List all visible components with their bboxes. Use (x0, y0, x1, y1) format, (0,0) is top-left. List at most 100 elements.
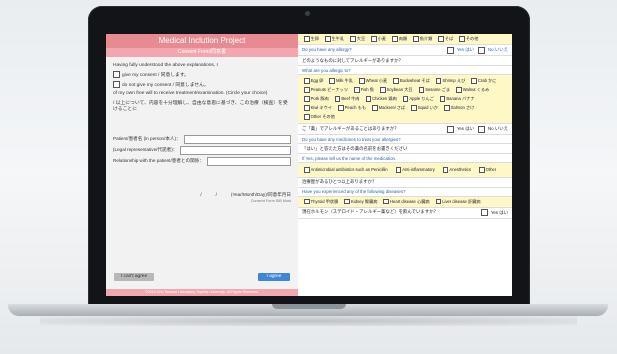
form-subtitle: Consent Form/同意書 (106, 48, 298, 57)
option[interactable]: Antimicrobial antibiotics such as Penici… (304, 167, 388, 173)
checkbox[interactable] (442, 167, 449, 173)
option[interactable]: Wheat 小麦 (358, 78, 387, 84)
option[interactable]: Thyroid 甲状腺 (304, 199, 338, 205)
checkbox[interactable] (350, 36, 356, 42)
checkbox[interactable] (371, 36, 377, 42)
option[interactable]: Peach もも (338, 105, 366, 111)
option[interactable]: Squid いか (411, 105, 438, 111)
option[interactable]: 魚介類 (413, 36, 432, 42)
option[interactable]: Fish 魚 (354, 87, 374, 93)
option[interactable]: Other その他 (304, 114, 335, 120)
checkbox[interactable] (304, 198, 310, 205)
checkbox[interactable] (383, 198, 390, 205)
option[interactable]: Pork 豚肉 (304, 96, 329, 102)
checkbox[interactable] (392, 36, 398, 42)
patient-name-input[interactable] (183, 134, 291, 144)
option[interactable]: Chicken 鶏肉 (365, 96, 397, 102)
option[interactable]: Crab かに (471, 78, 496, 84)
option[interactable]: Mackerel さば (372, 105, 405, 111)
option[interactable]: Anti-inflammatory (395, 167, 435, 173)
consent-option-decline[interactable]: do not give my consent / 同意しません。 (113, 80, 291, 89)
cant-agree-button[interactable]: I can't agree (114, 273, 154, 281)
option[interactable]: Apple りんご (402, 96, 434, 102)
checkbox[interactable] (438, 36, 444, 42)
checkbox[interactable] (459, 36, 465, 42)
checkbox[interactable] (402, 96, 409, 102)
option[interactable]: Banana バナナ (439, 96, 475, 102)
option[interactable]: Sesame ごま (418, 87, 450, 93)
checkbox[interactable] (393, 78, 399, 84)
option[interactable]: 大豆 (350, 36, 365, 42)
checkbox[interactable] (338, 105, 344, 111)
checkbox-give[interactable] (113, 71, 120, 78)
option[interactable]: Egg 卵 (304, 78, 323, 84)
consent-option-give[interactable]: give my consent / 同意します。 (113, 71, 291, 79)
option[interactable]: 肉類 (392, 36, 407, 42)
checkbox[interactable] (304, 87, 310, 93)
option[interactable]: 生卵 (304, 36, 319, 42)
checkbox[interactable] (477, 125, 485, 133)
checkbox[interactable] (471, 78, 477, 84)
checkbox[interactable] (456, 87, 462, 93)
option[interactable]: Anesthetics (442, 167, 471, 173)
checkbox[interactable] (329, 78, 335, 84)
option[interactable]: その他 (459, 36, 478, 42)
checkbox[interactable] (304, 114, 310, 120)
checkbox[interactable] (446, 46, 454, 54)
relationship-input[interactable] (206, 156, 291, 166)
checkbox[interactable] (413, 36, 419, 42)
checkbox[interactable] (304, 105, 310, 111)
checkbox[interactable] (395, 167, 402, 173)
option[interactable]: Beef 牛肉 (334, 96, 360, 102)
yes-option[interactable]: Yes はい (446, 46, 474, 54)
checkbox[interactable] (324, 36, 331, 42)
checkbox[interactable] (358, 78, 365, 84)
checkbox[interactable] (418, 87, 425, 93)
checkbox[interactable] (480, 209, 488, 217)
checkbox[interactable] (411, 105, 417, 111)
option[interactable]: Kidney 腎臓病 (344, 199, 377, 205)
checkbox[interactable] (379, 87, 386, 93)
yes-option[interactable]: Yes はい (446, 125, 474, 133)
option[interactable]: Salmon さけ (443, 105, 474, 111)
option[interactable]: Peanuts ピーナッツ (304, 87, 348, 93)
option[interactable]: Liver disease 肝臓病 (435, 198, 481, 205)
checkbox[interactable] (365, 96, 372, 102)
checkbox-decline[interactable] (113, 80, 120, 88)
checkbox[interactable] (304, 78, 310, 84)
option[interactable]: Kiwi キウイ (304, 105, 332, 111)
option[interactable]: Heart disease 心臓病 (383, 198, 430, 205)
option[interactable]: Other (479, 167, 496, 173)
checkbox[interactable] (334, 96, 341, 102)
checkbox[interactable] (304, 36, 310, 42)
patient-label: Patient/患者名 (in person/本人)： (113, 136, 181, 142)
checkbox[interactable] (477, 46, 485, 54)
option-label: Other その他 (310, 114, 335, 119)
checkbox[interactable] (479, 167, 485, 173)
option[interactable]: Buckwheat そば (393, 78, 430, 84)
checkbox[interactable] (443, 105, 450, 111)
agree-button[interactable]: I agree (258, 273, 290, 281)
checkbox[interactable] (344, 198, 350, 205)
option[interactable]: 生牛乳 (324, 36, 344, 42)
option[interactable]: Shrimp えび (435, 78, 465, 84)
no-option[interactable]: No いいえ (477, 46, 508, 54)
option[interactable]: Milk 牛乳 (329, 78, 353, 84)
question-text: ご「薬」でアレルギーがあることはありますか？ (302, 125, 399, 131)
option[interactable]: そば (438, 36, 453, 42)
option[interactable]: Soybean 大豆 (379, 87, 413, 93)
checkbox[interactable] (435, 198, 442, 205)
checkbox[interactable] (304, 167, 310, 173)
checkbox[interactable] (354, 87, 360, 93)
checkbox[interactable] (372, 105, 378, 111)
checkbox[interactable] (439, 96, 446, 102)
yes-option[interactable]: Yes はい (480, 209, 508, 217)
no-option[interactable]: No いいえ (477, 125, 508, 133)
option[interactable]: Walnut くるみ (456, 87, 489, 93)
option[interactable]: 小麦 (371, 36, 386, 42)
relationship-label: Relationship with the patient/患者との関係： (113, 158, 204, 164)
checkbox[interactable] (435, 78, 442, 84)
representative-input[interactable] (180, 145, 291, 155)
checkbox[interactable] (304, 96, 310, 102)
checkbox[interactable] (446, 125, 454, 133)
